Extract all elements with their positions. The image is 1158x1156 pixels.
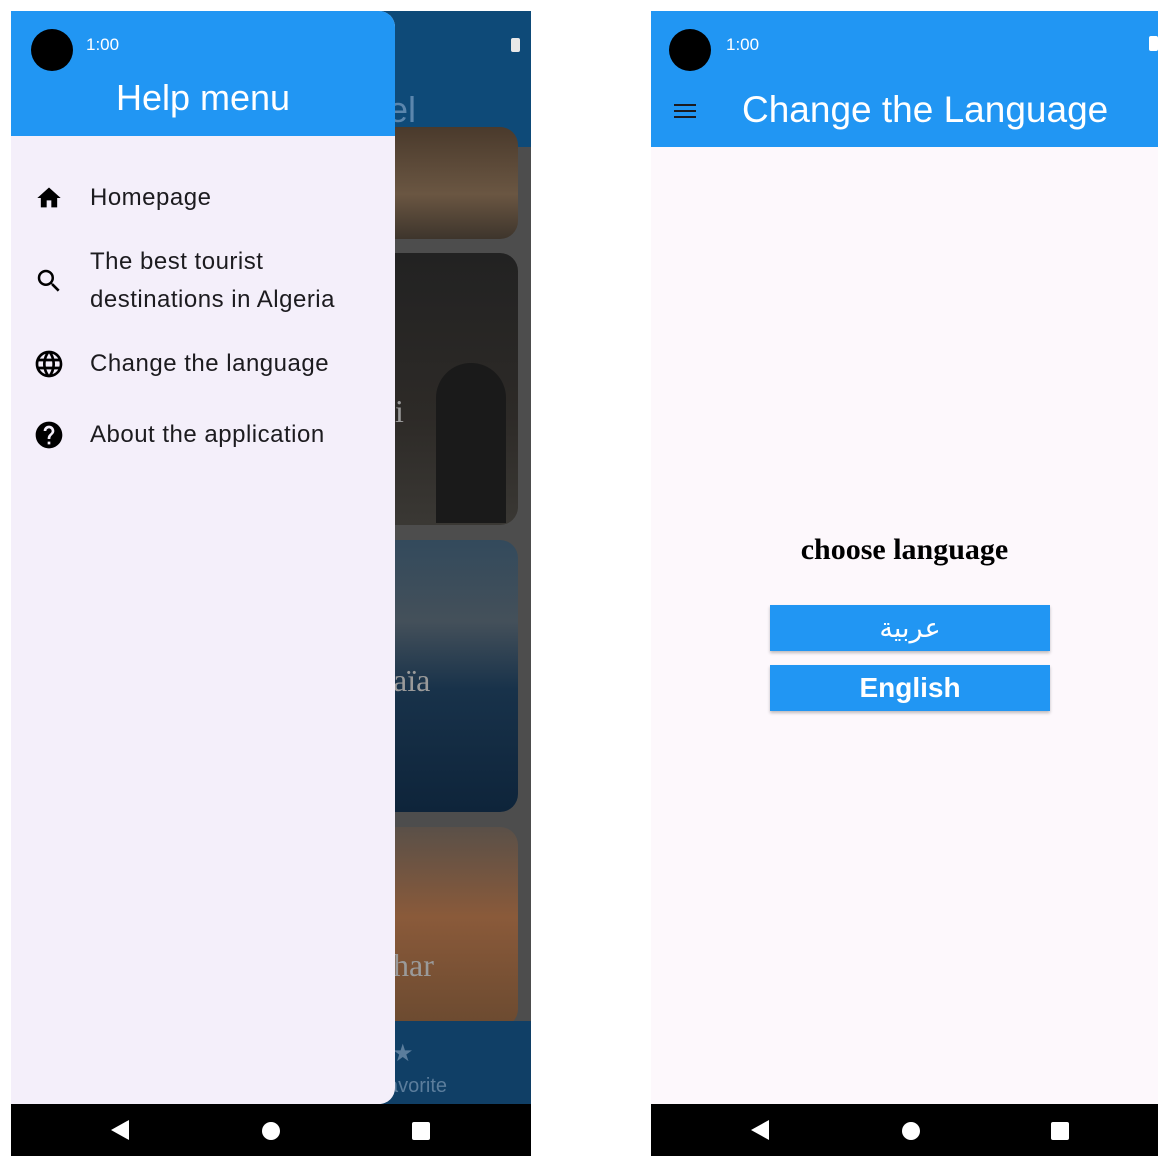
menu-icon: [674, 110, 696, 112]
drawer-item-about[interactable]: About the application: [11, 414, 395, 456]
menu-button[interactable]: [671, 97, 701, 127]
right-phone-screen: 1:00 Change the Language choose language…: [651, 11, 1158, 1156]
battery-icon: [1149, 36, 1158, 51]
battery-icon: [511, 38, 520, 52]
home-icon: [33, 182, 65, 214]
system-navigation-bar: [11, 1104, 531, 1156]
drawer-item-best-destinations[interactable]: The best tourist destinations in Algeria: [11, 243, 395, 319]
drawer-header: 1:00 Help menu: [11, 11, 395, 136]
drawer-item-label: The best tourist: [90, 248, 264, 275]
help-circle-icon: [33, 419, 65, 451]
status-time: 1:00: [726, 35, 760, 54]
english-language-button[interactable]: English: [770, 665, 1050, 711]
home-circle-icon[interactable]: [902, 1122, 920, 1140]
left-phone-screen: el i aïa har ★ avorite 1:00 Help menu Ho…: [11, 11, 531, 1156]
drawer-item-label: About the application: [90, 421, 325, 448]
home-circle-icon[interactable]: [262, 1122, 280, 1140]
menu-icon: [674, 104, 696, 106]
destination-card-label: har: [393, 947, 434, 983]
drawer-item-label: destinations in Algeria: [90, 286, 335, 313]
drawer-title: Help menu: [115, 77, 291, 118]
status-time: 1:00: [86, 35, 120, 54]
menu-icon: [674, 116, 696, 118]
recent-apps-icon[interactable]: [1051, 1122, 1069, 1140]
destination-card-label: i: [395, 393, 404, 429]
system-navigation-bar: [651, 1104, 1158, 1156]
app-bar: 1:00 Change the Language: [651, 11, 1158, 147]
camera-cutout: [669, 29, 711, 71]
destination-card-label: aïa: [393, 662, 431, 698]
globe-icon: [33, 348, 65, 380]
arabic-language-button[interactable]: عربية: [770, 605, 1050, 651]
page-title: Change the Language: [742, 89, 1109, 130]
recent-apps-icon[interactable]: [412, 1122, 430, 1140]
drawer-item-homepage[interactable]: Homepage: [11, 177, 395, 219]
drawer-item-label: Homepage: [90, 184, 212, 211]
camera-cutout: [31, 29, 73, 71]
drawer-item-label: Change the language: [90, 350, 330, 377]
back-icon[interactable]: [751, 1120, 769, 1140]
star-icon: ★: [392, 1040, 414, 1067]
arch-image: [436, 363, 506, 523]
drawer-item-change-language[interactable]: Change the language: [11, 343, 395, 385]
back-icon[interactable]: [111, 1120, 129, 1140]
search-icon: [33, 265, 65, 297]
navigation-drawer: 1:00 Help menu Homepage The best tourist…: [11, 11, 395, 1104]
bottom-nav-label: avorite: [387, 1075, 448, 1097]
choose-language-heading: choose language: [800, 533, 1009, 566]
